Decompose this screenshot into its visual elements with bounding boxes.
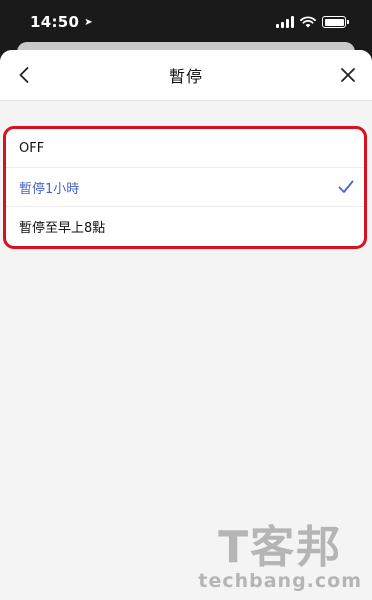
- location-arrow-icon: ➤: [84, 16, 93, 28]
- pause-sheet: 暫停 OFF 暫停1小時 暫停至早上8點 T客邦 techbang.com: [0, 50, 372, 600]
- status-time-text: 14:50: [30, 13, 80, 31]
- watermark-domain: techbang.com: [198, 570, 362, 592]
- page-title: 暫停: [168, 67, 203, 86]
- option-pause-until-8am[interactable]: 暫停至早上8點: [6, 207, 364, 246]
- close-button[interactable]: [324, 50, 372, 100]
- back-button[interactable]: [0, 50, 48, 100]
- sheet-header: 暫停: [0, 50, 372, 101]
- wifi-icon: [300, 16, 316, 28]
- status-icons: [276, 16, 349, 28]
- chevron-left-icon: [19, 67, 29, 83]
- watermark-logo: T客邦 techbang.com: [198, 522, 362, 593]
- option-off[interactable]: OFF: [6, 129, 364, 168]
- close-icon: [341, 68, 355, 82]
- checkmark-icon: [338, 180, 354, 193]
- option-label: 暫停1小時: [19, 181, 80, 197]
- watermark-brand: T客邦: [218, 522, 343, 573]
- status-time: 14:50 ➤: [30, 13, 93, 31]
- option-label: 暫停至早上8點: [19, 221, 106, 236]
- status-bar: 14:50 ➤: [0, 0, 372, 44]
- option-pause-1-hour[interactable]: 暫停1小時: [6, 168, 364, 207]
- option-label: OFF: [19, 140, 45, 156]
- battery-icon: [322, 16, 349, 28]
- pause-options-list: OFF 暫停1小時 暫停至早上8點: [3, 126, 367, 249]
- signal-icon: [276, 16, 294, 28]
